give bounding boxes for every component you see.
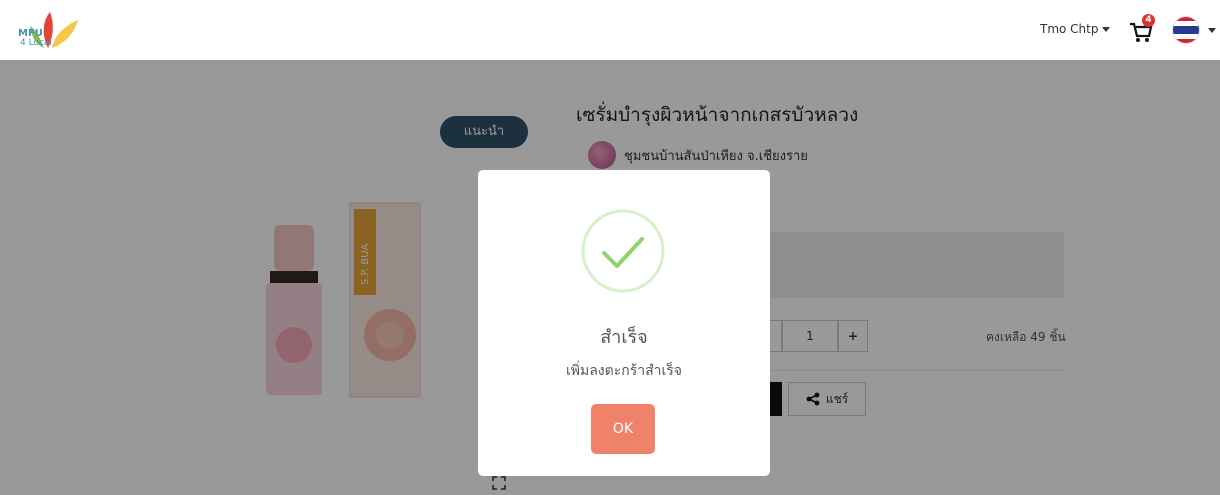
ok-button[interactable]: OK bbox=[591, 404, 655, 454]
success-check-icon bbox=[581, 209, 665, 293]
success-dialog: สำเร็จ เพิ่มลงตะกร้าสำเร็จ OK bbox=[478, 170, 770, 476]
thailand-flag-icon bbox=[1172, 16, 1200, 44]
logo-subtext: 4 Local bbox=[20, 38, 52, 48]
dialog-title: สำเร็จ bbox=[600, 327, 648, 348]
cart-button[interactable]: 4 bbox=[1128, 14, 1158, 44]
dialog-message: เพิ่มลงตะกร้าสำเร็จ bbox=[565, 363, 683, 379]
cart-count-badge: 4 bbox=[1142, 14, 1155, 27]
user-menu-dropdown[interactable]: Tmo Chtp bbox=[1040, 22, 1111, 36]
language-selector[interactable] bbox=[1172, 16, 1218, 46]
fullscreen-icon[interactable] bbox=[492, 476, 506, 490]
user-name: Tmo Chtp bbox=[1040, 22, 1099, 36]
caret-down-icon bbox=[1102, 27, 1111, 32]
top-navbar: MFU 4 Local Tmo Chtp 4 bbox=[0, 0, 1220, 60]
caret-down-icon bbox=[1208, 28, 1216, 33]
mfu-logo[interactable]: MFU 4 Local bbox=[14, 8, 86, 50]
